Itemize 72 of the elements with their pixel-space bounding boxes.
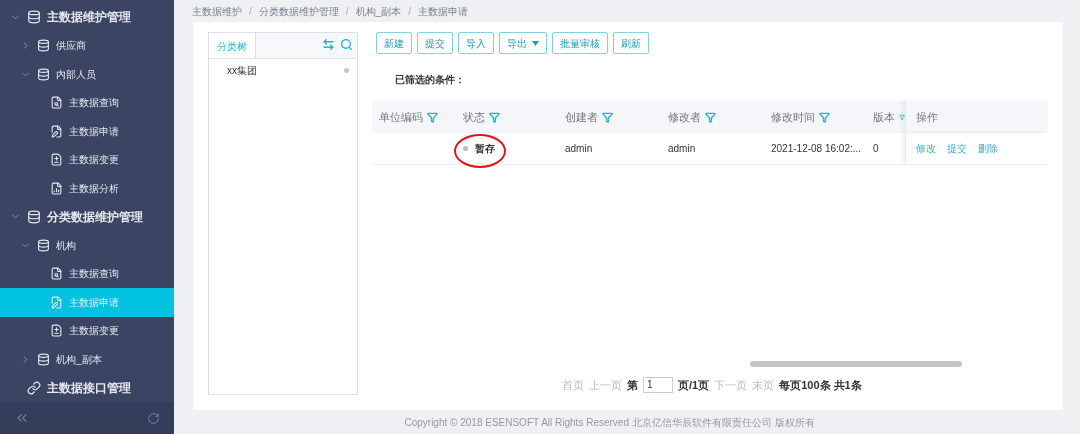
file-search-icon <box>50 267 63 281</box>
file-chart-icon <box>50 181 63 195</box>
sidebar-item[interactable]: 主数据申请 <box>0 117 174 146</box>
search-icon[interactable] <box>340 38 353 51</box>
filter-conditions-label: 已筛选的条件： <box>394 73 466 87</box>
toolbar-button[interactable]: 导出 <box>499 32 547 54</box>
refresh-icon[interactable] <box>147 411 160 425</box>
table-cell-text: admin <box>667 142 697 156</box>
scrollbar-thumb[interactable] <box>750 360 962 367</box>
page-input[interactable]: 1 <box>643 376 673 393</box>
toolbar-button[interactable]: 刷新 <box>613 32 649 54</box>
table-cell-text: 0 <box>872 142 880 156</box>
column-header: 操作 <box>905 101 1048 133</box>
action-link[interactable]: 提交 <box>947 141 967 156</box>
page-label: 页/1页 <box>678 377 710 393</box>
sidebar-item[interactable]: 主数据变更 <box>0 145 174 174</box>
sidebar-item[interactable]: 机构 <box>0 231 174 260</box>
table-cell-text: 2021-12-08 16:02:... <box>770 142 863 156</box>
sidebar-item[interactable]: 供应商 <box>0 31 174 60</box>
swap-icon[interactable] <box>322 38 335 51</box>
filter-icon[interactable] <box>602 111 613 123</box>
page-summary: 每页100条 共1条 <box>779 377 862 393</box>
column-header: 版本 <box>865 101 905 133</box>
breadcrumb-item[interactable]: 机构_副本 <box>355 3 402 19</box>
action-link[interactable]: 删除 <box>978 141 998 156</box>
sidebar-item[interactable]: 主数据接口管理 <box>0 373 174 402</box>
filter-icon[interactable] <box>427 111 438 123</box>
toolbar-button[interactable]: 导入 <box>458 32 494 54</box>
column-header: 修改时间 <box>763 101 865 133</box>
sidebar-item[interactable]: 主数据维护管理 <box>0 3 174 32</box>
breadcrumb-item[interactable]: 主数据维护 <box>192 3 242 19</box>
table-cell-text: admin <box>564 142 594 156</box>
breadcrumb-separator: / <box>344 4 350 19</box>
status-text: 暂存 <box>475 142 495 156</box>
sidebar-item[interactable]: 主数据查询 <box>0 88 174 117</box>
sidebar-item[interactable]: 主数据查询 <box>0 259 174 288</box>
sidebar-item[interactable]: 内部人员 <box>0 60 174 89</box>
file-diff-icon <box>50 153 63 167</box>
database-icon <box>27 10 41 25</box>
file-pen-icon <box>50 124 63 138</box>
database-icon <box>37 352 50 366</box>
toolbar-button[interactable]: 批量审核 <box>552 32 608 54</box>
breadcrumb-item[interactable]: 分类数据维护管理 <box>258 3 339 19</box>
breadcrumb-separator: / <box>248 4 253 19</box>
filter-icon[interactable] <box>819 111 830 123</box>
copyright-text: Copyright © 2018 ESENSOFT All Rights Reserved 北京亿信华辰软件有限责任公司 版权所有 <box>404 415 815 430</box>
filter-icon[interactable] <box>705 111 716 123</box>
filter-icon[interactable] <box>489 111 500 123</box>
sidebar-item[interactable]: 机构_副本 <box>0 345 174 374</box>
tree-tab[interactable]: 分类树 <box>209 33 256 59</box>
column-header: 单位编码 <box>372 101 455 133</box>
file-search-icon <box>50 96 63 110</box>
breadcrumb-separator: / <box>407 4 412 19</box>
database-icon <box>37 39 50 53</box>
sidebar-item[interactable]: 主数据分析 <box>0 174 174 203</box>
database-icon <box>37 238 50 252</box>
column-header: 修改者 <box>660 101 763 133</box>
database-icon <box>27 209 41 224</box>
page-label: 第 <box>627 377 638 393</box>
sidebar-item[interactable]: 主数据变更 <box>0 316 174 345</box>
column-header: 创建者 <box>557 101 660 133</box>
sidebar-item[interactable]: 分类数据维护管理 <box>0 202 174 231</box>
breadcrumb-item[interactable]: 主数据申请 <box>417 3 468 19</box>
file-diff-icon <box>50 324 63 338</box>
action-link[interactable]: 修改 <box>916 141 936 156</box>
link-icon <box>27 380 41 395</box>
toolbar-button[interactable]: 新建 <box>376 32 412 54</box>
file-pen-icon <box>50 295 63 309</box>
database-icon <box>37 67 50 81</box>
tree-node[interactable]: xx集团 <box>209 63 357 78</box>
toolbar-button[interactable]: 提交 <box>417 32 453 54</box>
column-header: 状态 <box>455 101 557 133</box>
